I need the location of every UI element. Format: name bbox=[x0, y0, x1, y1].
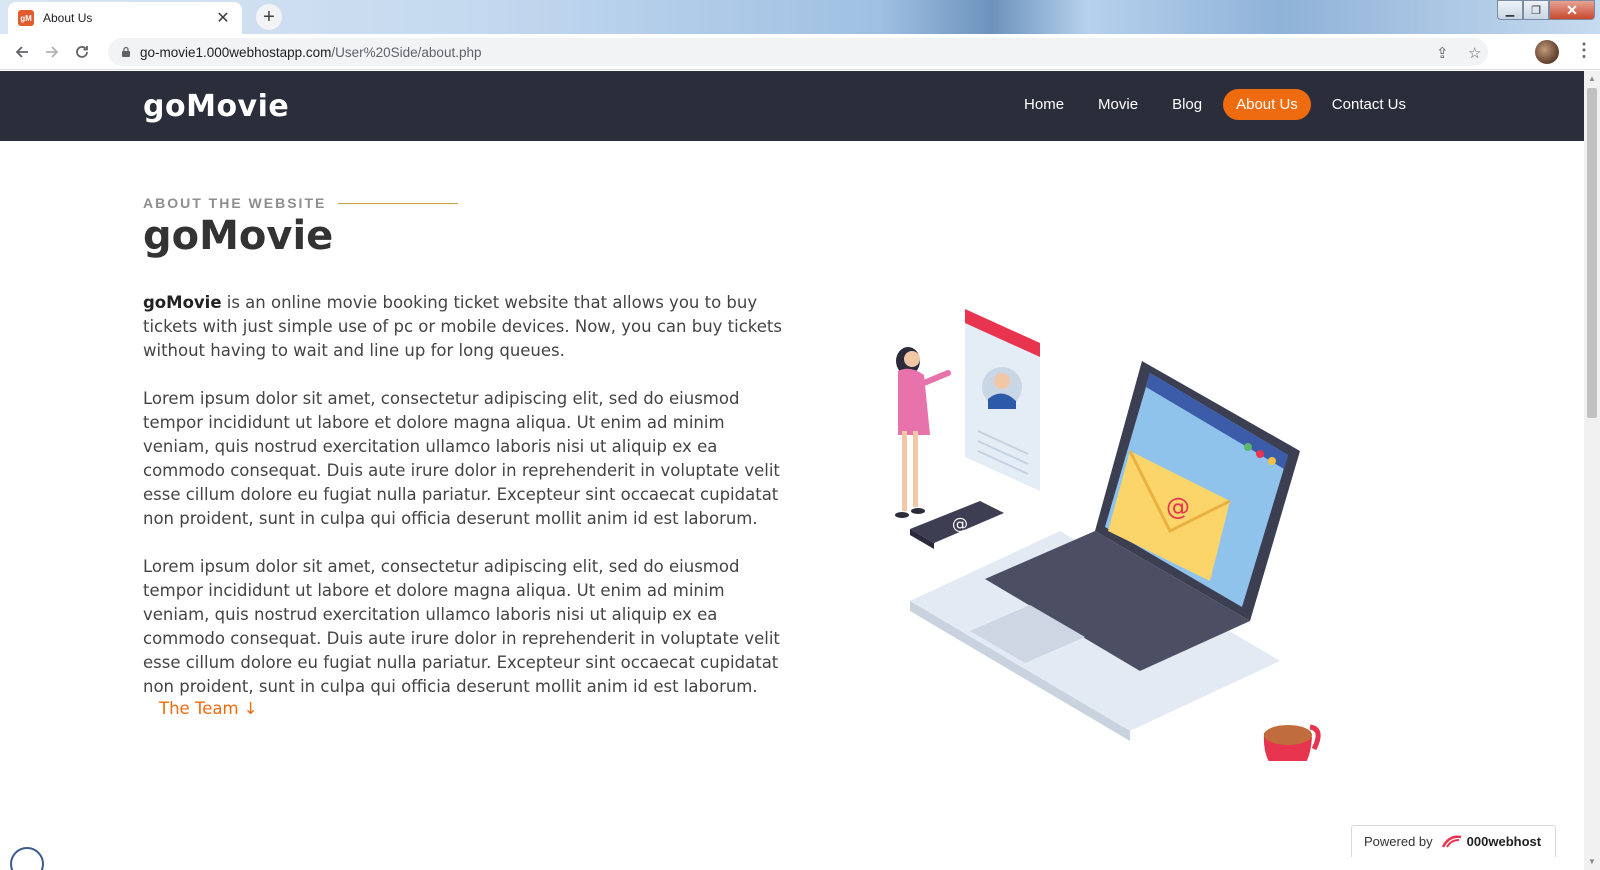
section-eyebrow: ABOUT THE WEBSITE bbox=[143, 195, 459, 211]
woman-figure bbox=[895, 347, 951, 518]
window-close-icon[interactable]: ✕ bbox=[1549, 0, 1595, 20]
profile-avatar[interactable] bbox=[1535, 40, 1559, 64]
reload-icon[interactable] bbox=[67, 37, 97, 67]
eyebrow-divider bbox=[338, 202, 459, 204]
nav-about-us[interactable]: About Us bbox=[1223, 89, 1311, 120]
nav-movie[interactable]: Movie bbox=[1085, 89, 1151, 120]
share-icon[interactable]: ⇪ bbox=[1436, 44, 1449, 62]
nav-contact-us[interactable]: Contact Us bbox=[1319, 89, 1419, 120]
page-viewport: goMovie Home Movie Blog About Us Contact… bbox=[0, 71, 1584, 870]
the-team-link[interactable]: The Team ↓ bbox=[159, 699, 258, 718]
svg-text:@: @ bbox=[1166, 493, 1190, 521]
close-icon[interactable]: ✕ bbox=[214, 8, 232, 28]
browser-toolbar: go-movie1.000webhostapp.com/User%20Side/… bbox=[0, 34, 1600, 70]
powered-label: Powered by bbox=[1364, 834, 1433, 849]
browser-tab[interactable]: gM About Us ✕ bbox=[8, 2, 242, 34]
coffee-mug bbox=[1263, 724, 1321, 761]
back-icon[interactable] bbox=[7, 37, 37, 67]
scroll-up-arrow[interactable]: ▲ bbox=[1584, 71, 1600, 87]
about-copy: goMovie is an online movie booking ticke… bbox=[143, 291, 783, 723]
lock-icon bbox=[122, 46, 130, 57]
site-logo[interactable]: goMovie bbox=[143, 89, 289, 124]
nav-blog[interactable]: Blog bbox=[1159, 89, 1215, 120]
tab-strip: gM About Us ✕ + ▁ ❐ ✕ bbox=[0, 0, 1600, 34]
lorem-paragraph-1: Lorem ipsum dolor sit amet, consectetur … bbox=[143, 389, 780, 528]
intro-text: is an online movie booking ticket websit… bbox=[143, 293, 782, 360]
lorem-paragraph-2: Lorem ipsum dolor sit amet, consectetur … bbox=[143, 557, 780, 696]
plus-icon[interactable]: + bbox=[256, 4, 282, 30]
favicon-icon: gM bbox=[18, 10, 34, 26]
scroll-thumb[interactable] bbox=[1587, 88, 1597, 418]
scroll-down-arrow[interactable]: ▼ bbox=[1584, 854, 1600, 870]
menu-icon[interactable]: ⋮ bbox=[1575, 40, 1593, 61]
powered-by-badge[interactable]: Powered by 000webhost bbox=[1351, 825, 1556, 857]
star-icon[interactable]: ☆ bbox=[1468, 44, 1481, 62]
intro-paragraph: goMovie is an online movie booking ticke… bbox=[143, 291, 783, 363]
laptop-email-illustration: @ @ bbox=[895, 309, 1321, 761]
page-title: goMovie bbox=[143, 213, 334, 259]
page-scrollbar[interactable]: ▲ ▼ bbox=[1584, 71, 1600, 870]
webhost-logo-icon bbox=[1441, 834, 1461, 848]
eyebrow-text: ABOUT THE WEBSITE bbox=[143, 195, 327, 211]
maximize-icon[interactable]: ❐ bbox=[1523, 0, 1549, 20]
phone: @ bbox=[910, 501, 1004, 549]
address-bar[interactable]: go-movie1.000webhostapp.com/User%20Side/… bbox=[108, 38, 1488, 66]
main-nav: Home Movie Blog About Us Contact Us bbox=[1011, 89, 1419, 120]
powered-brand: 000webhost bbox=[1466, 834, 1542, 849]
url-text: go-movie1.000webhostapp.com/User%20Side/… bbox=[140, 44, 482, 60]
forward-icon[interactable] bbox=[37, 37, 67, 67]
intro-brand: goMovie bbox=[143, 293, 222, 312]
profile-card bbox=[965, 309, 1040, 491]
nav-home[interactable]: Home bbox=[1011, 89, 1077, 120]
site-header: goMovie Home Movie Blog About Us Contact… bbox=[0, 71, 1584, 141]
accessibility-icon[interactable] bbox=[10, 847, 44, 870]
minimize-icon[interactable]: ▁ bbox=[1497, 0, 1523, 20]
tab-title: About Us bbox=[43, 11, 93, 25]
svg-text:@: @ bbox=[952, 514, 968, 533]
